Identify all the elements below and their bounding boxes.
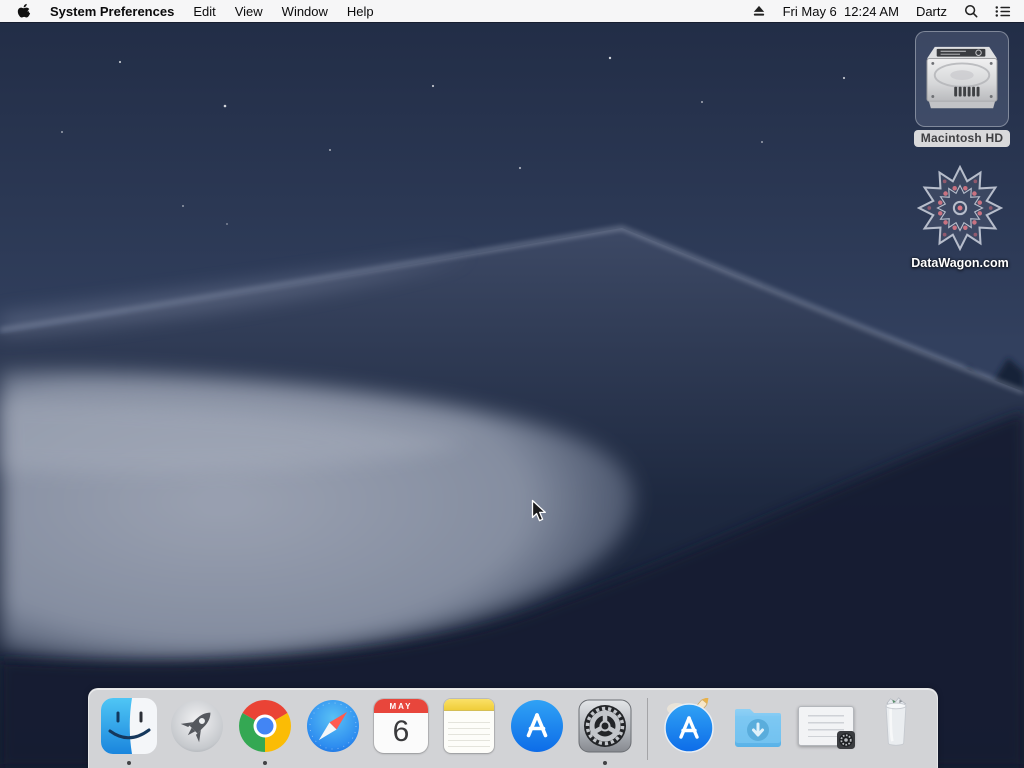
finder-icon: [101, 698, 157, 754]
launchpad-rocket-icon: [171, 700, 223, 752]
dock-item-google-chrome[interactable]: [237, 698, 293, 765]
dock-item-app-store[interactable]: [509, 698, 565, 754]
dock-item-minimized-window[interactable]: [798, 698, 855, 754]
hard-drive-icon: [926, 46, 998, 109]
dock-item-trash[interactable]: [866, 697, 922, 754]
dock-item-finder[interactable]: [101, 698, 157, 765]
app-store-icon: [511, 700, 563, 752]
menu-item-help[interactable]: Help: [347, 4, 374, 19]
applications-folder-stack-icon: [664, 698, 714, 753]
desktop-icon-datawagon[interactable]: DataWagon.com: [904, 165, 1016, 270]
dock-item-notes[interactable]: [441, 698, 497, 754]
calendar-icon: MAY 6: [374, 699, 428, 753]
spotlight-search-icon[interactable]: [964, 4, 978, 18]
running-indicator: [263, 761, 267, 765]
calendar-month: MAY: [374, 699, 428, 713]
calendar-day: 6: [392, 715, 410, 748]
selection-highlight: [915, 31, 1009, 127]
running-indicator: [127, 761, 131, 765]
system-preferences-badge-icon: [837, 731, 855, 749]
dock-separator: [647, 698, 648, 760]
running-indicator: [603, 761, 607, 765]
dock-item-downloads-folder[interactable]: [730, 698, 786, 754]
dock-item-applications-stack[interactable]: [662, 698, 718, 754]
user-switch-menu[interactable]: Dartz: [916, 4, 947, 19]
mouse-cursor: [531, 499, 546, 522]
desktop-icon-label: DataWagon.com: [911, 256, 1009, 270]
menu-bar-clock[interactable]: Fri May 6 12:24 AM: [783, 4, 899, 19]
dock-item-system-preferences[interactable]: [577, 698, 633, 765]
menu-item-edit[interactable]: Edit: [193, 4, 215, 19]
eject-icon[interactable]: [752, 5, 766, 17]
desktop: System Preferences Edit View Window Help…: [0, 0, 1024, 768]
menu-bar: System Preferences Edit View Window Help…: [0, 0, 1024, 22]
menu-item-window[interactable]: Window: [282, 4, 328, 19]
notification-center-icon[interactable]: [995, 5, 1011, 18]
system-preferences-gear-icon: [578, 699, 632, 753]
safari-compass-icon: [307, 700, 359, 752]
desktop-icon-macintosh-hd[interactable]: Macintosh HD: [908, 31, 1016, 147]
minimized-window-thumbnail: [798, 706, 855, 749]
dock-item-calendar[interactable]: MAY 6: [373, 698, 429, 754]
menu-item-view[interactable]: View: [235, 4, 263, 19]
dock-item-safari[interactable]: [305, 698, 361, 754]
notes-icon: [444, 699, 494, 753]
desktop-icon-label: Macintosh HD: [913, 130, 1011, 147]
trash-full-icon: [885, 697, 907, 746]
dock: MAY 6: [88, 688, 938, 768]
mojave-night-wallpaper: [0, 0, 1024, 768]
chrome-icon: [239, 700, 291, 752]
datawagon-mandala-icon: [917, 165, 1003, 251]
downloads-folder-icon: [735, 709, 781, 747]
apple-menu-icon[interactable]: [17, 3, 31, 20]
active-app-menu[interactable]: System Preferences: [50, 4, 174, 19]
dock-item-launchpad[interactable]: [169, 698, 225, 754]
